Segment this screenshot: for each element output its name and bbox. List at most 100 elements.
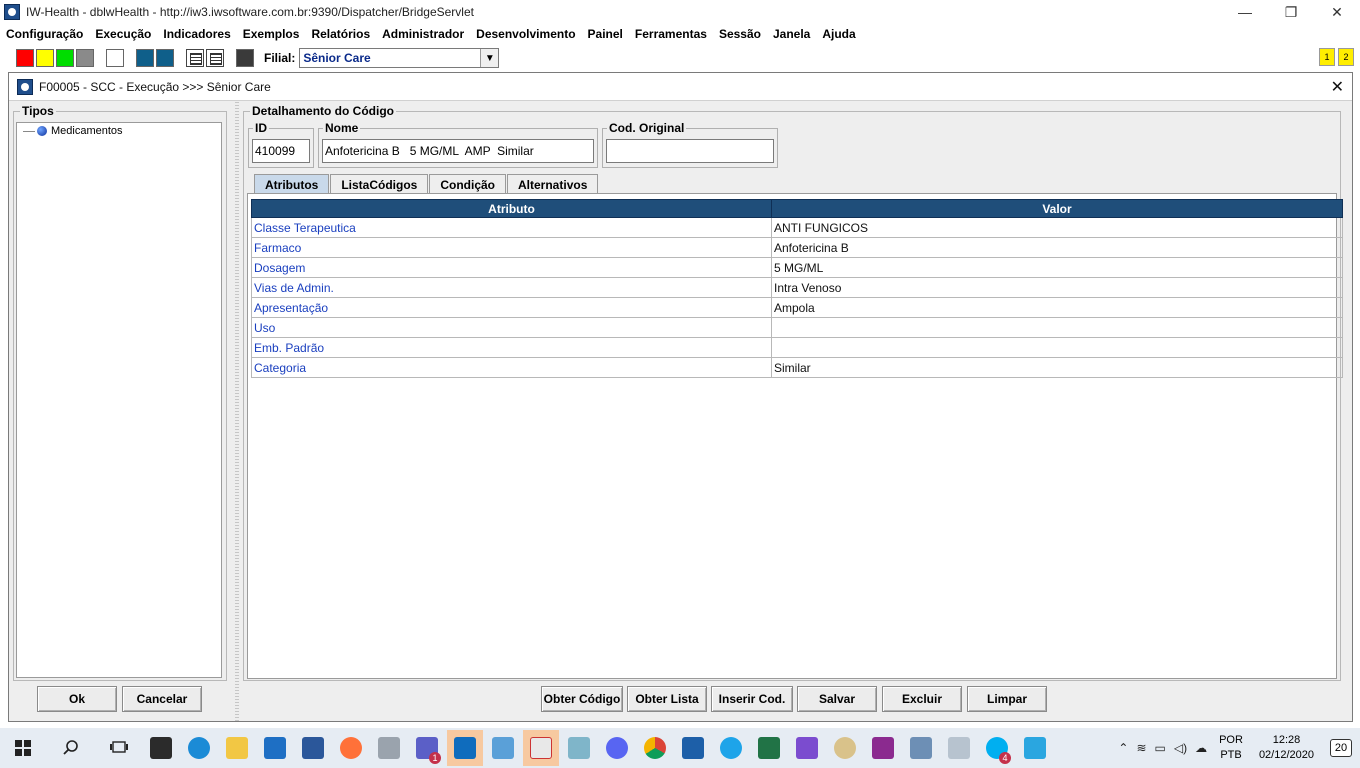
obter-codigo-button[interactable]: Obter Código	[541, 686, 623, 712]
table-row[interactable]: Emb. Padrão	[251, 337, 1343, 358]
cell-atributo: Categoria	[251, 357, 772, 378]
paint-icon[interactable]	[827, 730, 863, 766]
menu-exemplos[interactable]: Exemplos	[243, 27, 300, 41]
obter-lista-button[interactable]: Obter Lista	[627, 686, 707, 712]
battery-icon[interactable]: ▭	[1155, 741, 1166, 755]
excel-icon[interactable]	[751, 730, 787, 766]
monitor-icon[interactable]	[941, 730, 977, 766]
tab-atributos[interactable]: Atributos	[254, 174, 330, 194]
menu-desenvolvimento[interactable]: Desenvolvimento	[476, 27, 575, 41]
wifi-icon[interactable]: ≋	[1136, 741, 1146, 755]
word-icon[interactable]	[295, 730, 331, 766]
notes-icon[interactable]	[561, 730, 597, 766]
menu-sessao[interactable]: Sessão	[719, 27, 761, 41]
color-swatch-gray[interactable]	[76, 49, 94, 67]
header-atributo[interactable]: Atributo	[251, 199, 772, 218]
color-swatch-yellow[interactable]	[36, 49, 54, 67]
tree-item-medicamentos[interactable]: Medicamentos	[23, 125, 123, 137]
inserir-cod-button[interactable]: Inserir Cod.	[711, 686, 793, 712]
teams-icon[interactable]: 1	[409, 730, 445, 766]
table-row[interactable]: Apresentação Ampola	[251, 297, 1343, 318]
cloud-icon[interactable]: ☁	[1195, 741, 1207, 755]
salvar-button[interactable]: Salvar	[797, 686, 877, 712]
menu-painel[interactable]: Painel	[588, 27, 623, 41]
menu-relatorios[interactable]: Relatórios	[311, 27, 370, 41]
restore-button[interactable]: ❐	[1268, 0, 1314, 24]
excluir-button[interactable]: Excluir	[882, 686, 962, 712]
header-valor[interactable]: Valor	[771, 199, 1343, 218]
tab-alternativos[interactable]: Alternativos	[507, 174, 599, 194]
tool-icon[interactable]	[371, 730, 407, 766]
badge-1[interactable]: 1	[1319, 48, 1335, 66]
color-swatch-red[interactable]	[16, 49, 34, 67]
chrome-icon[interactable]	[637, 730, 673, 766]
menu-administrador[interactable]: Administrador	[382, 27, 464, 41]
panel-splitter[interactable]	[235, 101, 239, 721]
cell-atributo: Classe Terapeutica	[251, 217, 772, 238]
menu-indicadores[interactable]: Indicadores	[163, 27, 230, 41]
skype-icon[interactable]: 4	[979, 730, 1015, 766]
edge-icon[interactable]	[181, 730, 217, 766]
photos-icon[interactable]	[675, 730, 711, 766]
menu-ajuda[interactable]: Ajuda	[822, 27, 855, 41]
cod-original-input[interactable]	[606, 139, 774, 163]
tipos-tree[interactable]: Medicamentos	[16, 122, 222, 678]
vs-icon[interactable]	[789, 730, 825, 766]
menu-configuracao[interactable]: Configuração	[6, 27, 83, 41]
discord-icon[interactable]	[599, 730, 635, 766]
id-input[interactable]: 410099	[252, 139, 310, 163]
detalhamento-group: Detalhamento do Código ID 410099 Nome An…	[243, 104, 1343, 681]
tab-condicao[interactable]: Condição	[429, 174, 507, 194]
table-row[interactable]: Categoria Similar	[251, 357, 1343, 378]
table-row[interactable]: Classe Terapeutica ANTI FUNGICOS	[251, 217, 1343, 238]
notifications-icon[interactable]: 20	[1330, 739, 1352, 757]
java-icon[interactable]	[523, 730, 559, 766]
search-icon[interactable]	[47, 730, 95, 766]
tree-view-icon[interactable]	[186, 49, 204, 67]
volume-icon[interactable]: ◁)	[1174, 741, 1187, 755]
chevron-down-icon[interactable]: ▼	[480, 49, 499, 67]
start-icon[interactable]	[1, 730, 45, 766]
color-swatch-blue-2[interactable]	[156, 49, 174, 67]
filial-select[interactable]: Sênior Care ▼	[299, 48, 500, 68]
limpar-button[interactable]: Limpar	[967, 686, 1047, 712]
menu-ferramentas[interactable]: Ferramentas	[635, 27, 707, 41]
outlook-icon[interactable]	[447, 730, 483, 766]
table-row[interactable]: Dosagem 5 MG/ML	[251, 257, 1343, 278]
store-icon[interactable]	[143, 730, 179, 766]
grid-view-icon[interactable]	[206, 49, 224, 67]
dark-square-icon[interactable]	[236, 49, 254, 67]
minimize-button[interactable]: —	[1222, 0, 1268, 24]
menu-execucao[interactable]: Execução	[95, 27, 151, 41]
color-swatch-white[interactable]	[106, 49, 124, 67]
app-icon[interactable]	[1017, 730, 1053, 766]
filial-value: Sênior Care	[303, 51, 371, 65]
cancel-button[interactable]: Cancelar	[122, 686, 202, 712]
table-row[interactable]: Vias de Admin. Intra Venoso	[251, 277, 1343, 298]
nome-input[interactable]: Anfotericina B 5 MG/ML AMP Similar	[322, 139, 594, 163]
task-view-icon[interactable]	[97, 730, 141, 766]
chevron-up-icon[interactable]: ⌃	[1118, 741, 1128, 755]
ok-button[interactable]: Ok	[37, 686, 117, 712]
badge-2[interactable]: 2	[1338, 48, 1354, 66]
tab-listacodigos[interactable]: ListaCódigos	[330, 174, 429, 194]
system-tray: ⌃ ≋ ▭ ◁) ☁ POR PTB 12:28 02/12/2020 20	[1114, 728, 1360, 768]
close-window-button[interactable]: ✕	[1314, 0, 1360, 24]
explorer-icon[interactable]	[219, 730, 255, 766]
menu-janela[interactable]: Janela	[773, 27, 810, 41]
firefox-icon[interactable]	[333, 730, 369, 766]
inner-close-button[interactable]: ✕	[1331, 77, 1344, 97]
filial-label: Filial:	[264, 51, 296, 65]
clock[interactable]: 12:28 02/12/2020	[1259, 733, 1314, 763]
color-swatch-blue-1[interactable]	[136, 49, 154, 67]
cod-original-field-group: Cod. Original	[602, 121, 778, 168]
color-swatch-green[interactable]	[56, 49, 74, 67]
remote-icon[interactable]	[485, 730, 521, 766]
mail-icon[interactable]	[257, 730, 293, 766]
language-indicator[interactable]: POR PTB	[1219, 733, 1243, 763]
box-icon[interactable]	[903, 730, 939, 766]
ie-icon[interactable]	[713, 730, 749, 766]
table-row[interactable]: Uso	[251, 317, 1343, 338]
table-row[interactable]: Farmaco Anfotericina B	[251, 237, 1343, 258]
winrar-icon[interactable]	[865, 730, 901, 766]
